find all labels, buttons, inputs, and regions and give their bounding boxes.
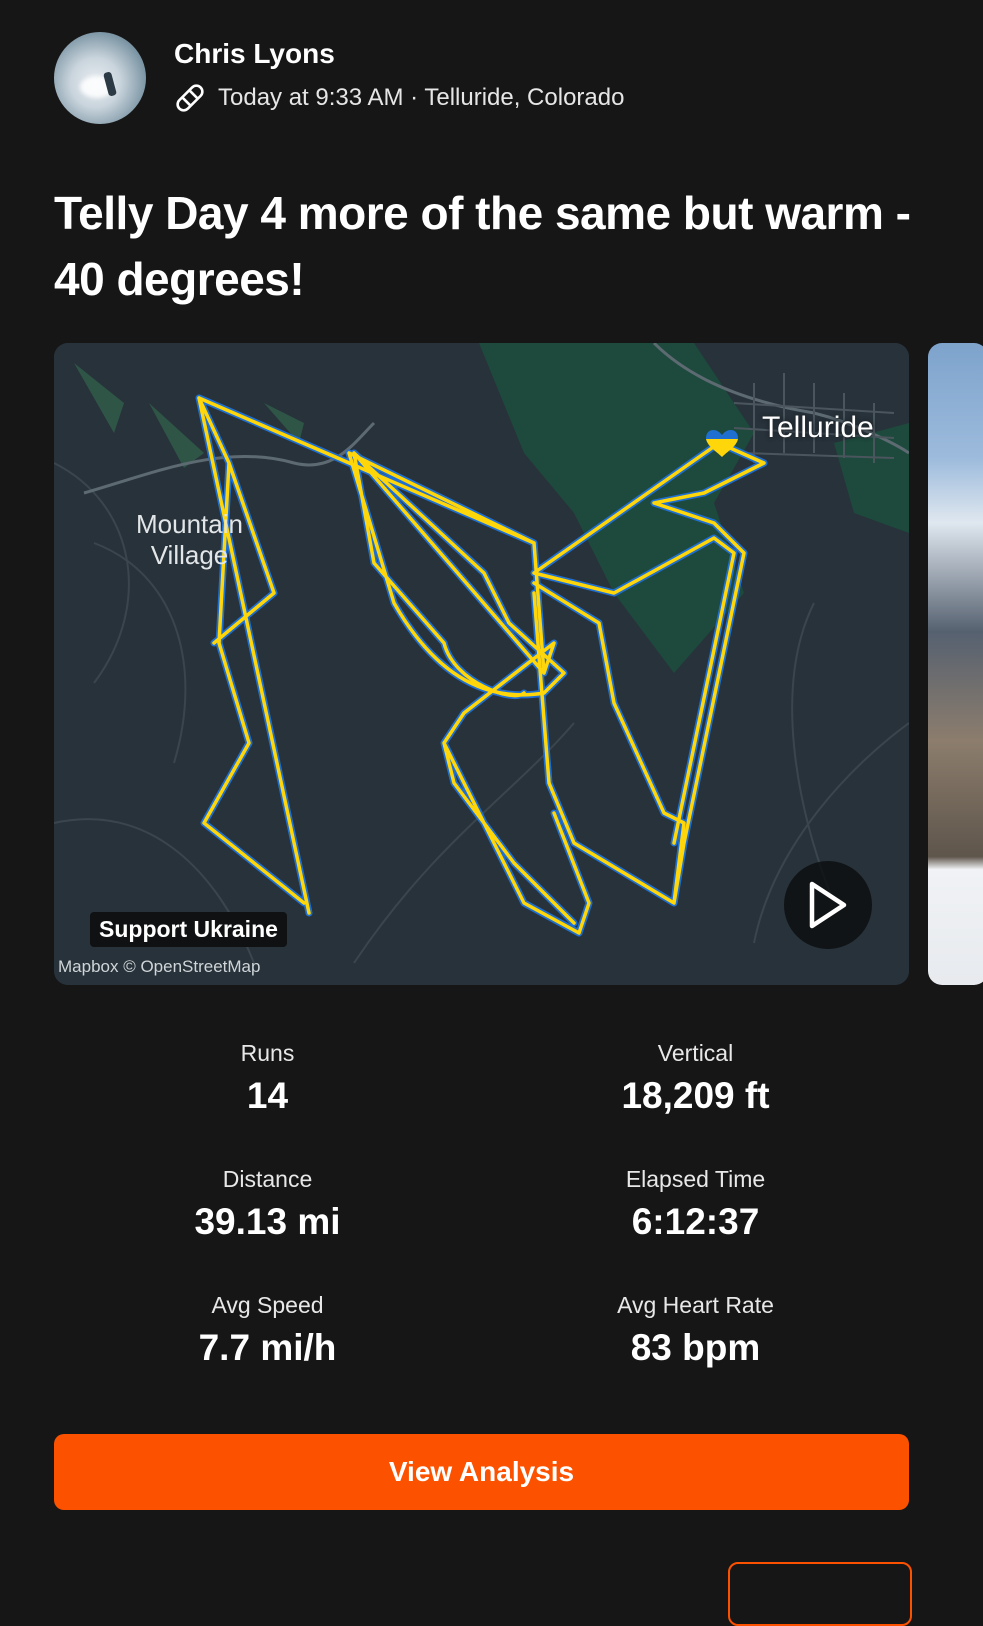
route-map[interactable]: Mountain Village Telluride Support Ukrai… <box>54 343 909 985</box>
stat-avg-heart-rate: Avg Heart Rate 83 bpm <box>482 1292 909 1369</box>
stat-distance: Distance 39.13 mi <box>54 1166 481 1243</box>
support-ukraine-badge: Support Ukraine <box>90 912 287 947</box>
activity-header: Chris Lyons Today at 9:33 AM · Telluride… <box>54 32 954 124</box>
activity-title[interactable]: Telly Day 4 more of the same but warm - … <box>54 180 914 312</box>
map-attribution[interactable]: Mapbox © OpenStreetMap <box>58 957 260 977</box>
stat-label: Avg Heart Rate <box>617 1292 774 1318</box>
stat-value: 14 <box>246 1075 289 1116</box>
stat-label: Distance <box>222 1166 313 1192</box>
activity-date-location: Today at 9:33 AM · Telluride, Colorado <box>218 84 625 111</box>
play-flyover-button[interactable] <box>784 861 872 949</box>
stat-value: 18,209 ft <box>621 1075 770 1116</box>
play-icon <box>809 881 847 929</box>
stat-value: 7.7 mi/h <box>198 1327 337 1368</box>
map-label-telluride: Telluride <box>762 411 874 444</box>
stat-label: Vertical <box>657 1040 734 1066</box>
stat-value: 6:12:37 <box>631 1201 760 1242</box>
next-button-peek[interactable] <box>728 1562 912 1626</box>
stat-runs: Runs 14 <box>54 1040 481 1117</box>
stat-label: Avg Speed <box>211 1292 324 1318</box>
stat-avg-speed: Avg Speed 7.7 mi/h <box>54 1292 481 1369</box>
activity-meta: Today at 9:33 AM · Telluride, Colorado <box>172 80 624 116</box>
stat-value: 83 bpm <box>630 1327 761 1368</box>
athlete-avatar[interactable] <box>54 32 146 124</box>
stat-vertical: Vertical 18,209 ft <box>482 1040 909 1117</box>
map-label-mountain-village: Mountain Village <box>136 509 243 570</box>
view-analysis-button[interactable]: View Analysis <box>54 1434 909 1510</box>
stat-label: Elapsed Time <box>625 1166 766 1192</box>
stat-label: Runs <box>240 1040 295 1066</box>
stat-value: 39.13 mi <box>194 1201 341 1242</box>
athlete-name[interactable]: Chris Lyons <box>174 38 335 70</box>
snowboard-icon <box>176 84 204 112</box>
stat-elapsed-time: Elapsed Time 6:12:37 <box>482 1166 909 1243</box>
next-photo-thumbnail[interactable] <box>928 343 983 985</box>
